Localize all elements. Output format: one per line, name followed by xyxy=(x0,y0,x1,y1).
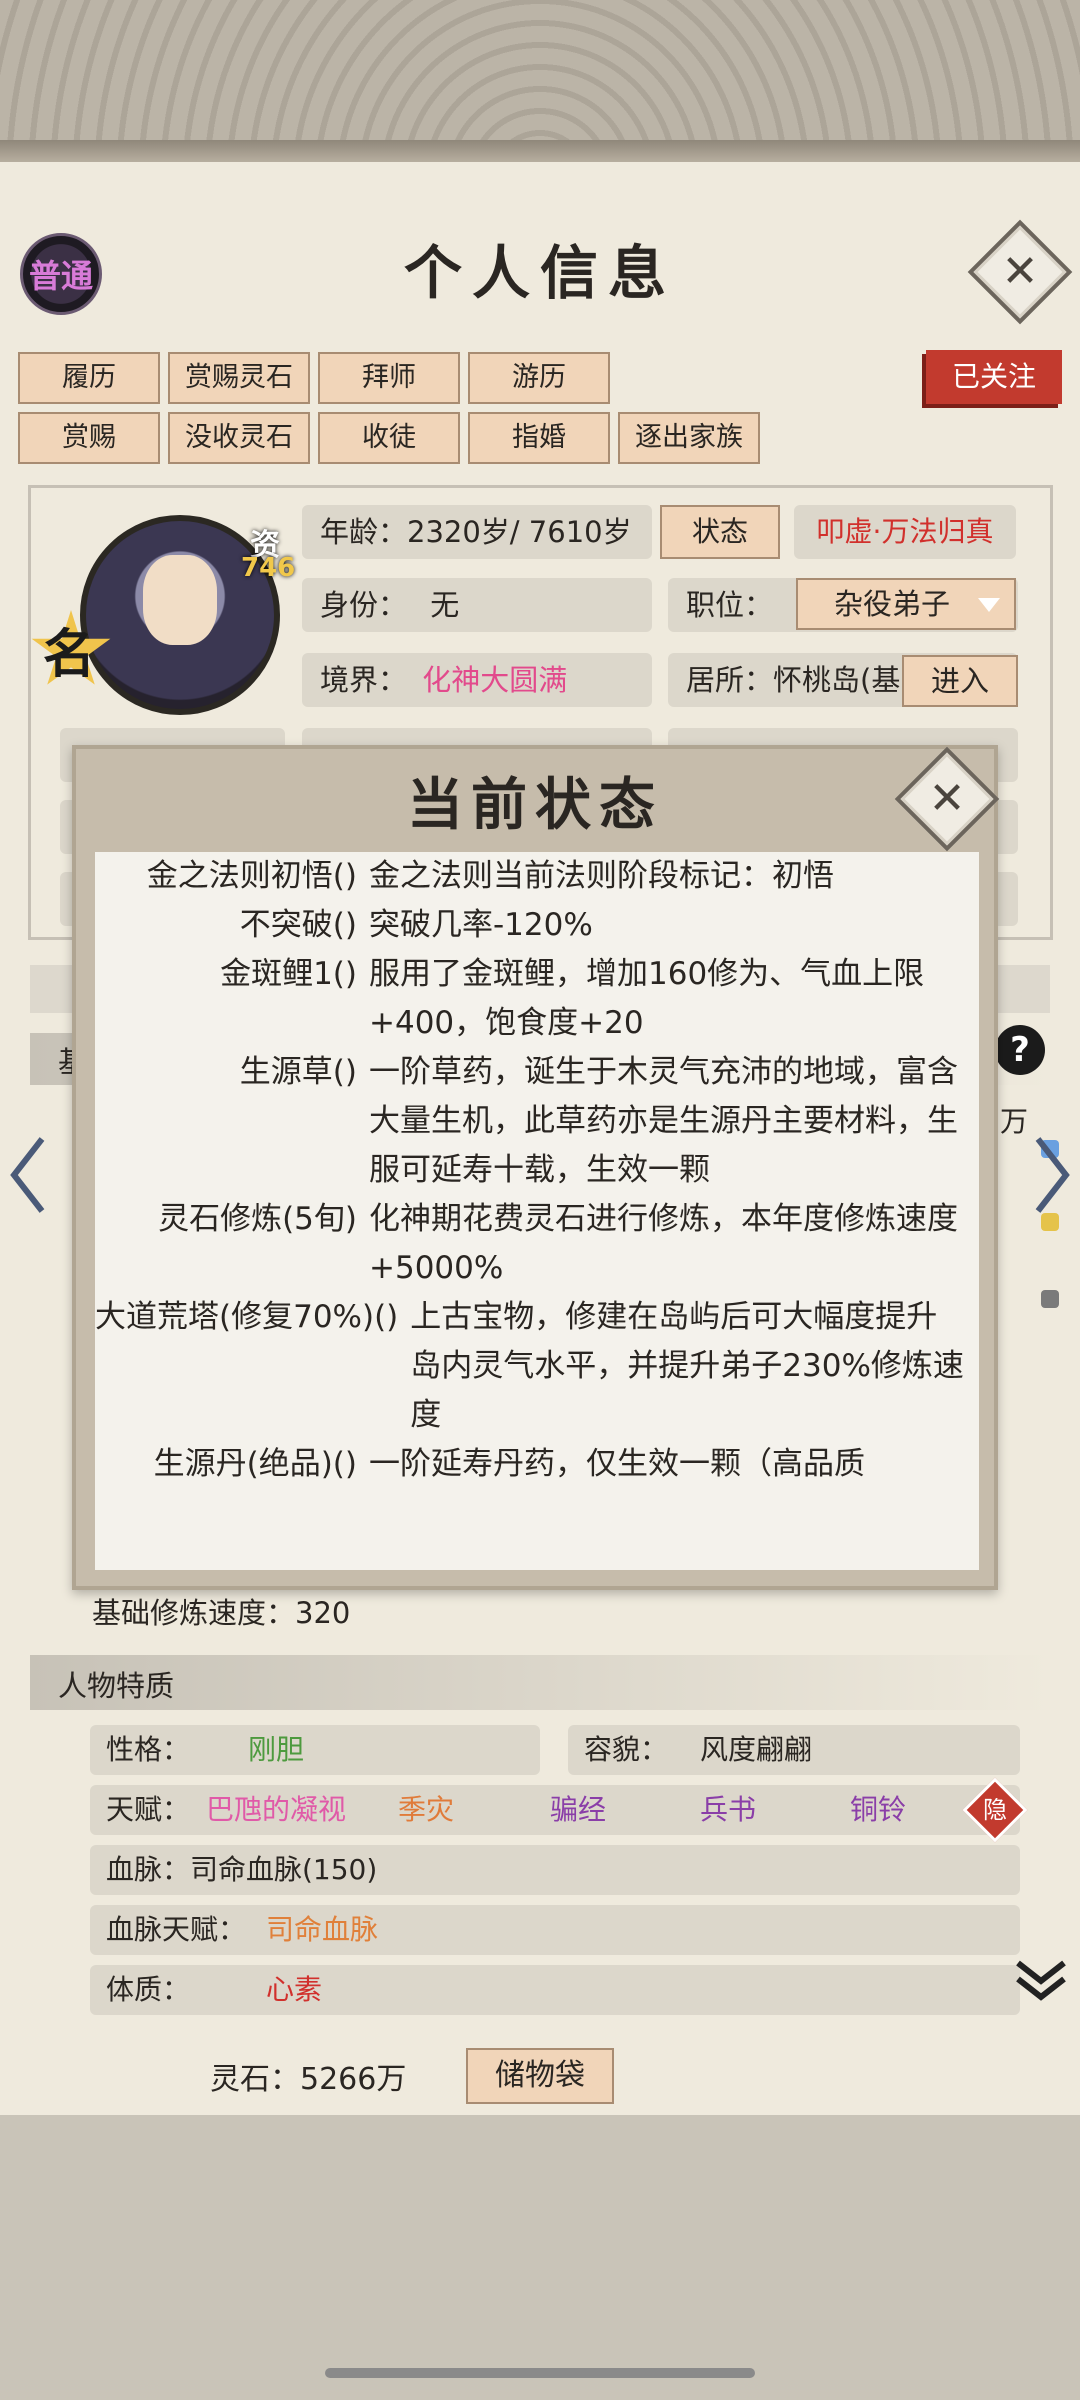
age-value: 年龄：2320岁/ 7610岁 xyxy=(320,515,632,549)
expand-down-icon[interactable] xyxy=(1012,1955,1070,2005)
status-item: 大道荒塔(修复70%)() 上古宝物，修建在岛屿后可大幅度提升岛内灵气水平，并提… xyxy=(95,1293,979,1440)
history-button[interactable]: 履历 xyxy=(18,352,160,404)
talent-item[interactable]: 骗经 xyxy=(550,1785,606,1835)
status-name: 大道荒塔(修复70%)() xyxy=(95,1299,399,1335)
follow-button[interactable]: 已关注 xyxy=(926,350,1062,404)
portrait-face xyxy=(143,555,217,645)
home-indicator[interactable] xyxy=(325,2368,755,2378)
realm-value: 化神大圆满 xyxy=(422,663,568,697)
section-traits-title: 人物特质 xyxy=(58,1669,175,1703)
status-list[interactable]: 金之法则初悟() 金之法则当前法则阶段标记：初悟 不突破() 突破几率-120%… xyxy=(95,852,979,1570)
status-name: 金斑鲤1() xyxy=(220,956,357,992)
status-name: 灵石修炼(5旬) xyxy=(158,1201,357,1237)
page-title: 个人信息 xyxy=(403,239,676,307)
next-arrow-icon[interactable] xyxy=(1032,1135,1072,1215)
scroll-rod xyxy=(0,140,1080,162)
status-item: 金之法则初悟() 金之法则当前法则阶段标记：初悟 xyxy=(95,852,979,901)
talent-field: 天赋： 巴虺的凝视 季灾 骗经 兵书 铜铃 xyxy=(90,1785,1020,1835)
status-desc: 服用了金斑鲤，增加160修为、气血上限+400，饱食度+20 xyxy=(369,956,925,1041)
aptitude-label: 资 xyxy=(250,528,280,563)
status-desc: 上古宝物，修建在岛屿后可大幅度提升岛内灵气水平，并提升弟子230%修炼速度 xyxy=(410,1299,964,1433)
section-traits-header: 人物特质 xyxy=(30,1655,1050,1710)
take-disciple-button[interactable]: 收徒 xyxy=(318,412,460,464)
talent-label: 天赋： xyxy=(106,1793,191,1826)
bloodline-talent-field: 血脉天赋： 司命血脉 xyxy=(90,1905,1020,1955)
personality-value: 刚胆 xyxy=(248,1733,305,1766)
status-name: 不突破() xyxy=(239,907,357,943)
travel-button[interactable]: 游历 xyxy=(468,352,610,404)
close-icon: ✕ xyxy=(1001,246,1039,297)
aptitude-value: 746 xyxy=(241,553,296,583)
bloodline-talent-value: 司命血脉 xyxy=(266,1913,379,1946)
base-cultivation-speed: 基础修炼速度：320 xyxy=(92,1596,351,1630)
storage-bag-button[interactable]: 储物袋 xyxy=(466,2048,614,2104)
yellow-indicator xyxy=(1041,1213,1059,1231)
status-item: 不突破() 突破几率-120% xyxy=(95,901,979,950)
status-name: 生源草() xyxy=(239,1054,357,1090)
bloodline-field: 血脉：司命血脉(150) xyxy=(90,1845,1020,1895)
status-desc: 一阶草药，诞生于木灵气充沛的地域，富含大量生机，此草药亦是生源丹主要材料，生服可… xyxy=(369,1054,958,1188)
status-name: 金之法则初悟() xyxy=(146,858,357,894)
enter-button[interactable]: 进入 xyxy=(902,655,1018,707)
constitution-field: 体质： 心素 xyxy=(90,1965,1020,2015)
position-value: 杂役弟子 xyxy=(834,587,951,621)
identity-field: 身份： 无 xyxy=(302,578,652,632)
expel-button[interactable]: 逐出家族 xyxy=(618,412,760,464)
appearance-value: 风度翩翩 xyxy=(700,1733,813,1766)
personality-field: 性格： 刚胆 xyxy=(90,1725,540,1775)
talent-item[interactable]: 巴虺的凝视 xyxy=(206,1785,346,1835)
status-item: 灵石修炼(5旬) 化神期花费灵石进行修炼，本年度修炼速度+5000% xyxy=(95,1195,979,1293)
bloodline-value: 血脉：司命血脉(150) xyxy=(106,1853,378,1886)
spirit-stones-balance: 灵石：5266万 xyxy=(210,2062,407,2097)
identity-value: 无 xyxy=(430,588,460,622)
rank-badge: 普通 xyxy=(20,233,102,315)
talent-item[interactable]: 兵书 xyxy=(700,1785,756,1835)
status-item: 生源草() 一阶草药，诞生于木灵气充沛的地域，富含大量生机，此草药亦是生源丹主要… xyxy=(95,1048,979,1195)
status-desc: 金之法则当前法则阶段标记：初悟 xyxy=(369,858,834,894)
talent-item[interactable]: 季灾 xyxy=(398,1785,454,1835)
status-item: 生源丹(绝品)() 一阶延寿丹药，仅生效一颗（高品质 xyxy=(95,1440,979,1489)
prev-arrow-icon[interactable] xyxy=(8,1135,48,1215)
appearance-field: 容貌： 风度翩翩 xyxy=(568,1725,1020,1775)
reward-button[interactable]: 赏赐 xyxy=(18,412,160,464)
realm-title: 叩虚·万法归真 xyxy=(794,505,1016,559)
top-decoration xyxy=(0,0,1080,150)
constitution-value: 心素 xyxy=(266,1973,323,2006)
bottom-area xyxy=(0,2115,1080,2400)
modal-title: 当前状态 xyxy=(407,772,663,838)
apprentice-button[interactable]: 拜师 xyxy=(318,352,460,404)
status-item: 金斑鲤1() 服用了金斑鲤，增加160修为、气血上限+400，饱食度+20 xyxy=(95,950,979,1048)
fame-badge: 名 xyxy=(43,624,96,685)
gray-indicator xyxy=(1041,1290,1059,1308)
bloodline-talent-label: 血脉天赋： xyxy=(106,1913,247,1946)
help-icon[interactable]: ? xyxy=(995,1025,1045,1075)
status-desc: 化神期花费灵石进行修炼，本年度修炼速度+5000% xyxy=(369,1201,958,1286)
status-button[interactable]: 状态 xyxy=(660,505,780,559)
arrange-marriage-button[interactable]: 指婚 xyxy=(468,412,610,464)
reward-stones-button[interactable]: 赏赐灵石 xyxy=(168,352,310,404)
close-icon: ✕ xyxy=(928,773,966,824)
identity-label: 身份： xyxy=(320,588,408,622)
position-label: 职位： xyxy=(686,588,774,622)
confiscate-stones-button[interactable]: 没收灵石 xyxy=(168,412,310,464)
residence-value: 居所：怀桃岛(基 xyxy=(686,663,901,697)
personality-label: 性格： xyxy=(106,1733,191,1766)
status-desc: 突破几率-120% xyxy=(369,907,593,943)
realm-field: 境界： 化神大圆满 xyxy=(302,653,652,707)
talent-item[interactable]: 铜铃 xyxy=(850,1785,906,1835)
covered-value-unit: 万 xyxy=(1000,1105,1029,1138)
age-field: 年龄：2320岁/ 7610岁 xyxy=(302,505,652,559)
position-dropdown[interactable]: 杂役弟子 xyxy=(796,578,1016,630)
status-desc: 一阶延寿丹药，仅生效一颗（高品质 xyxy=(369,1446,865,1482)
appearance-label: 容貌： xyxy=(584,1733,669,1766)
chevron-down-icon xyxy=(978,598,1000,612)
realm-label: 境界： xyxy=(320,663,408,697)
constitution-label: 体质： xyxy=(106,1973,191,2006)
status-name: 生源丹(绝品)() xyxy=(153,1446,357,1482)
